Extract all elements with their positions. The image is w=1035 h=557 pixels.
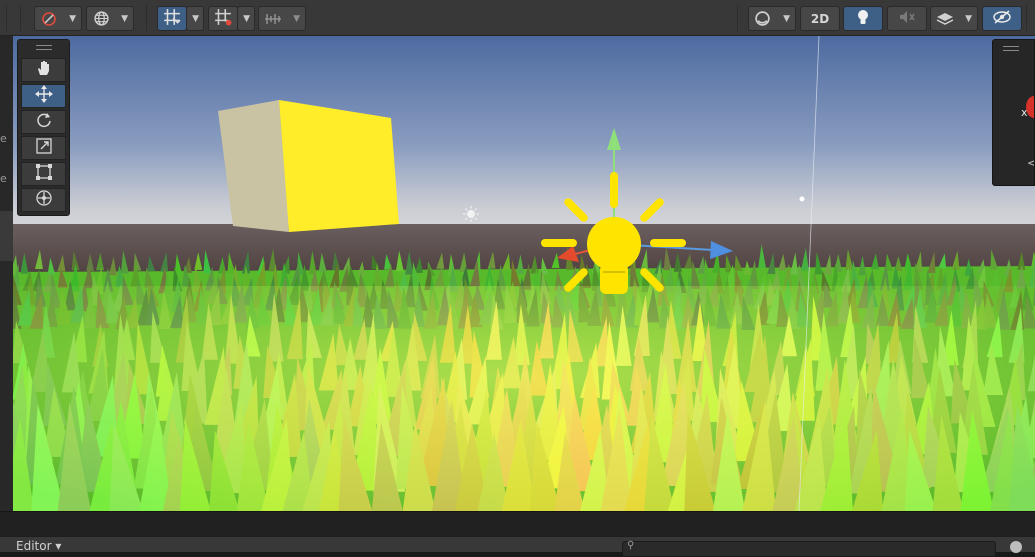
effects-dropdown[interactable]: ▼ — [930, 6, 978, 31]
toolbar-separator — [737, 5, 738, 31]
chevron-down-icon: ▼ — [192, 14, 199, 24]
layers-effects-icon — [936, 11, 954, 31]
tools-overlay — [17, 39, 70, 216]
global-local-dropdown[interactable]: ▼ — [86, 6, 134, 31]
audio-toggle[interactable] — [887, 6, 927, 31]
transform-combined-icon — [35, 189, 53, 211]
search-icon: ⚲ — [627, 540, 635, 551]
hand-tool-button[interactable] — [21, 58, 66, 82]
chevron-down-icon: ▼ — [783, 14, 790, 24]
grid-snap-icon — [163, 8, 181, 30]
drag-grip[interactable] — [1003, 50, 1019, 51]
scene-toolbar: ▼ ▼ ▼ ▼ ▼ ▼ 2D ▼ — [0, 0, 1035, 36]
truncated-text: e — [0, 172, 7, 185]
increment-snap-dropdown[interactable]: ▼ — [237, 6, 255, 31]
rect-tool-button[interactable] — [21, 162, 66, 186]
grid-snapping-dropdown[interactable]: ▼ — [186, 6, 204, 31]
truncated-text: e — [0, 132, 7, 145]
speaker-mute-icon — [898, 9, 916, 29]
move-arrows-icon — [34, 85, 53, 107]
increment-snap-toggle[interactable] — [208, 6, 238, 31]
drag-grip[interactable] — [1003, 46, 1019, 47]
rect-transform-icon — [35, 163, 53, 185]
snap-settings-dropdown[interactable]: ▼ — [258, 6, 306, 31]
chevron-down-icon: ▼ — [69, 14, 76, 24]
yellow-cube[interactable] — [218, 100, 399, 232]
help-icon[interactable] — [1010, 541, 1022, 553]
toolbar-separator — [20, 5, 21, 31]
light-bulb-icon — [855, 8, 871, 30]
lighting-toggle[interactable] — [843, 6, 883, 31]
light-glow — [13, 286, 1035, 511]
draw-mode-dropdown[interactable]: ▼ — [34, 6, 82, 31]
2d-mode-toggle[interactable]: 2D — [800, 6, 840, 31]
2d-mode-label: 2D — [810, 11, 830, 26]
rotate-tool-button[interactable] — [21, 110, 66, 134]
x-axis-handle[interactable] — [1026, 96, 1034, 118]
panel-tab-highlight — [0, 211, 13, 261]
sky — [13, 36, 1035, 236]
scene-visibility-toggle[interactable] — [982, 6, 1022, 31]
shading-sphere-icon — [754, 10, 771, 31]
grid-snapping-toggle[interactable] — [157, 6, 187, 31]
transform-tool-button[interactable] — [21, 188, 66, 212]
chevron-down-icon: ▼ — [965, 14, 972, 24]
search-input[interactable] — [622, 541, 996, 557]
left-panel-edge: e e — [0, 36, 13, 511]
eye-slash-icon — [992, 9, 1012, 28]
chevron-down-icon: ▼ — [293, 14, 300, 24]
move-tool-button[interactable] — [21, 84, 66, 108]
scale-icon — [35, 137, 53, 159]
light-handle-point — [799, 196, 805, 202]
scene-viewport[interactable] — [13, 36, 1035, 511]
drag-grip[interactable] — [36, 45, 52, 46]
increment-snap-icon — [214, 8, 232, 30]
ruler-icon — [264, 11, 282, 31]
rotate-icon — [35, 111, 53, 133]
orientation-gizmo[interactable]: x < — [992, 39, 1035, 186]
projection-toggle-icon[interactable]: < — [1027, 156, 1034, 170]
scene-render — [13, 36, 1035, 511]
hand-icon — [35, 59, 53, 81]
toolbar-separator — [6, 5, 7, 31]
globe-icon — [93, 10, 110, 31]
scale-tool-button[interactable] — [21, 136, 66, 160]
toolbar-separator — [146, 5, 147, 31]
draw-mode-icon — [41, 11, 57, 31]
chevron-down-icon: ▼ — [243, 14, 250, 24]
toolbar-separator — [1026, 5, 1027, 31]
chevron-down-icon: ▼ — [121, 14, 128, 24]
render-mode-dropdown[interactable]: ▼ — [748, 6, 796, 31]
drag-grip[interactable] — [36, 49, 52, 50]
viewport-bottom-border — [0, 511, 1035, 537]
